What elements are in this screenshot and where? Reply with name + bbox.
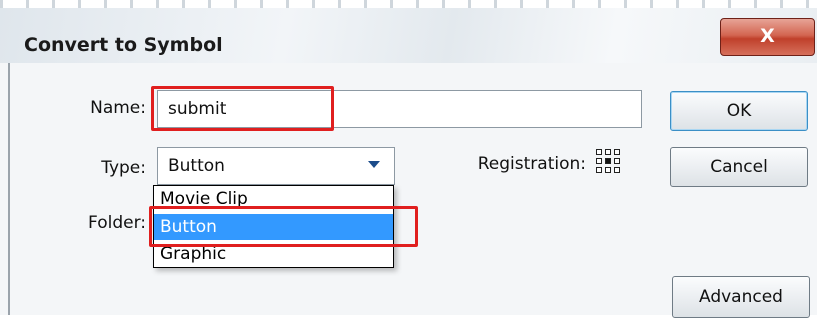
registration-grid-icon[interactable] <box>596 149 620 176</box>
close-button[interactable]: X <box>720 18 815 56</box>
close-icon: X <box>760 25 775 47</box>
cancel-button[interactable]: Cancel <box>670 147 808 187</box>
folder-label: Folder: <box>88 213 146 233</box>
title-bar: Convert to Symbol X <box>0 8 817 71</box>
chevron-down-icon[interactable] <box>368 161 380 168</box>
type-select[interactable]: Button <box>157 147 395 185</box>
dialog-title: Convert to Symbol <box>24 34 223 56</box>
type-label: Type: <box>101 158 146 178</box>
button-option-highlight <box>149 206 418 247</box>
ok-button[interactable]: OK <box>670 91 808 131</box>
name-label: Name: <box>90 98 146 118</box>
name-field-highlight <box>151 86 334 131</box>
desktop-strip <box>0 0 817 8</box>
advanced-button[interactable]: Advanced <box>672 276 810 318</box>
dialog-left-border <box>8 63 10 315</box>
registration-label: Registration: <box>477 154 586 174</box>
